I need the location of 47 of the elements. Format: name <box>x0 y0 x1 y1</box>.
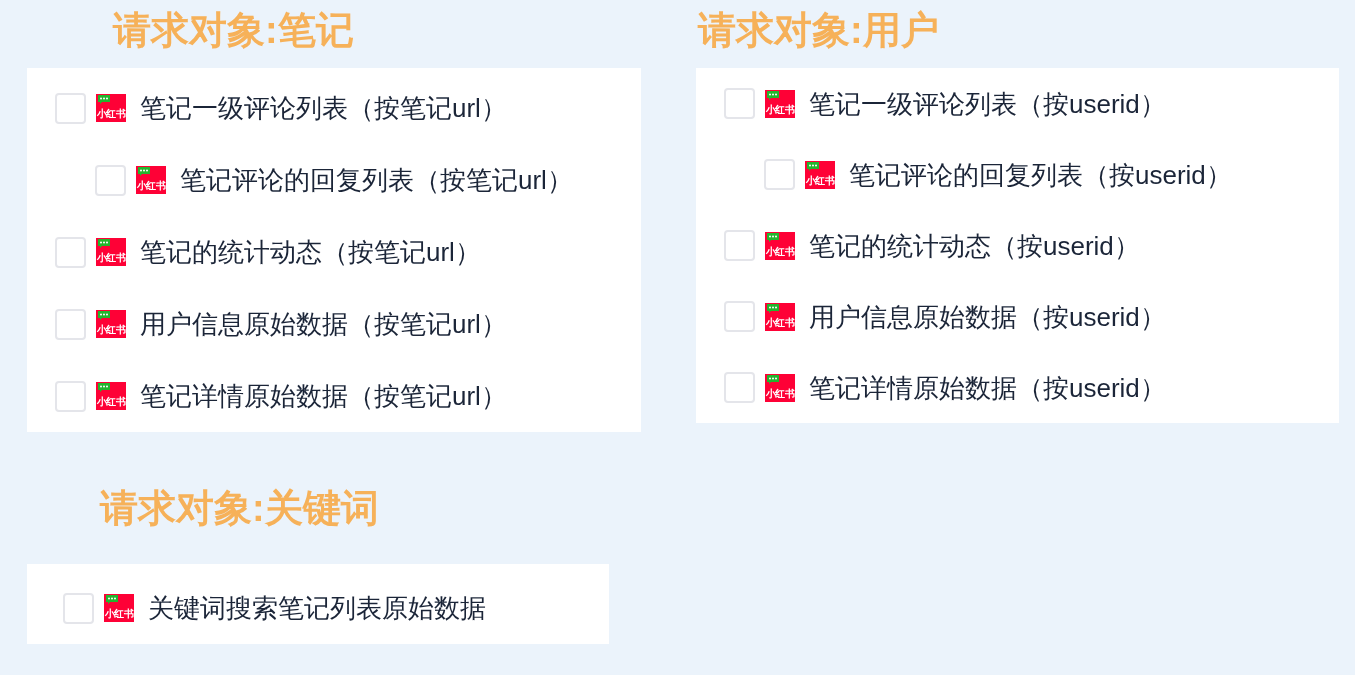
logo-text: 小红书 <box>765 104 795 115</box>
checkbox[interactable] <box>724 230 755 261</box>
item-label: 笔记的统计动态（按userid） <box>809 229 1140 262</box>
speech-bubble-icon <box>98 311 110 320</box>
checkbox[interactable] <box>55 236 86 268</box>
item-label: 笔记评论的回复列表（按userid） <box>849 158 1232 191</box>
logo-text: 小红书 <box>96 109 126 119</box>
section-heading: 请求对象:关键词 <box>100 490 379 526</box>
section-heading: 请求对象:笔记 <box>113 12 354 48</box>
checkbox[interactable] <box>55 308 86 340</box>
logo-text: 小红书 <box>765 388 795 399</box>
checkbox[interactable] <box>55 380 86 412</box>
section-heading: 请求对象:用户 <box>698 12 939 48</box>
checkbox[interactable] <box>724 372 755 403</box>
speech-bubble-icon <box>138 167 150 176</box>
item-label: 笔记详情原始数据（按笔记url） <box>140 380 507 412</box>
checkbox[interactable] <box>764 159 795 190</box>
item-label: 笔记评论的回复列表（按笔记url） <box>180 164 573 196</box>
speech-bubble-icon <box>767 232 779 242</box>
logo-text: 小红书 <box>805 175 835 186</box>
logo-text: 小红书 <box>96 397 126 407</box>
checkbox[interactable] <box>724 301 755 332</box>
speech-bubble-icon <box>767 374 779 384</box>
checkbox[interactable] <box>95 164 126 196</box>
logo-text: 小红书 <box>104 609 134 619</box>
checkbox[interactable] <box>724 88 755 119</box>
item-label: 关键词搜索笔记列表原始数据 <box>148 592 486 624</box>
checkbox[interactable] <box>55 92 86 124</box>
speech-bubble-icon <box>98 383 110 392</box>
item-label: 用户信息原始数据（按笔记url） <box>140 308 507 340</box>
item-label: 笔记一级评论列表（按笔记url） <box>140 92 507 124</box>
item-label: 笔记一级评论列表（按userid） <box>809 87 1166 120</box>
logo-text: 小红书 <box>96 325 126 335</box>
logo-text: 小红书 <box>765 246 795 257</box>
logo-text: 小红书 <box>96 253 126 263</box>
checkbox[interactable] <box>63 592 94 624</box>
speech-bubble-icon <box>98 95 110 104</box>
speech-bubble-icon <box>767 303 779 313</box>
speech-bubble-icon <box>98 239 110 248</box>
speech-bubble-icon <box>807 161 819 171</box>
speech-bubble-icon <box>767 90 779 100</box>
logo-text: 小红书 <box>765 317 795 328</box>
item-label: 笔记的统计动态（按笔记url） <box>140 236 481 268</box>
item-label: 用户信息原始数据（按userid） <box>809 300 1166 333</box>
speech-bubble-icon <box>106 595 118 604</box>
item-label: 笔记详情原始数据（按userid） <box>809 371 1166 404</box>
logo-text: 小红书 <box>136 181 166 191</box>
